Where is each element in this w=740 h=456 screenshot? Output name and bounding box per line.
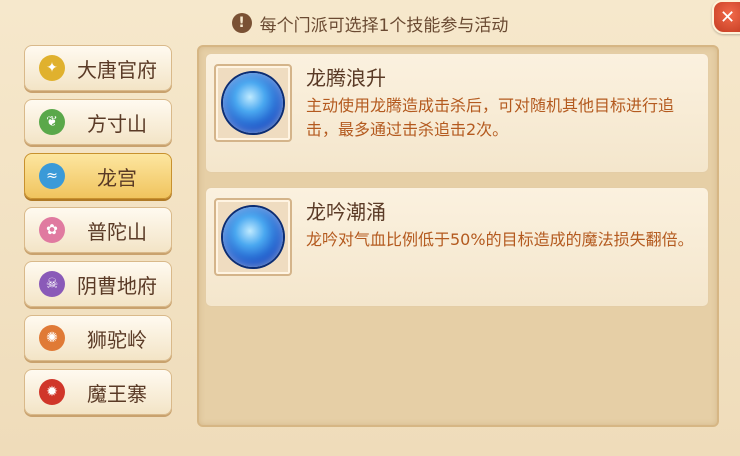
sword-emblem-icon: ✦ — [39, 55, 65, 81]
wave-emblem-icon: ≈ — [39, 163, 65, 189]
skill-panel: 龙腾浪升 主动使用龙腾造成击杀后，可对随机其他目标进行追击，最多通过击杀追击2次… — [197, 45, 719, 427]
notice-text: 每个门派可选择1个技能参与活动 — [259, 15, 509, 36]
lotus-emblem-icon: ✿ — [39, 217, 65, 243]
skill-description: 主动使用龙腾造成击杀后，可对随机其他目标进行追击，最多通过击杀追击2次。 — [306, 96, 675, 139]
dragon-roar-skill-icon — [223, 207, 283, 267]
exclamation-icon: ! — [231, 13, 252, 33]
school-tab-mowang[interactable]: ✹ 魔王寨 — [24, 369, 172, 415]
school-label: 龙宫 — [97, 165, 137, 190]
school-label: 大唐官府 — [77, 57, 157, 82]
close-button[interactable]: ✕ — [712, 0, 740, 34]
school-label: 狮驼岭 — [87, 327, 147, 352]
skill-card[interactable]: 龙吟潮涌 龙吟对气血比例低于50%的目标造成的魔法损失翻倍。 — [205, 187, 709, 307]
close-icon: ✕ — [720, 6, 736, 28]
school-label: 普陀山 — [87, 219, 147, 244]
school-tab-longgong[interactable]: ≈ 龙宫 — [24, 153, 172, 199]
skill-icon-frame — [214, 198, 292, 276]
dragon-wave-skill-icon — [223, 73, 283, 133]
leaf-emblem-icon: ❦ — [39, 109, 65, 135]
skill-description: 龙吟对气血比例低于50%的目标造成的魔法损失翻倍。 — [306, 230, 694, 249]
school-tab-shituo[interactable]: ✺ 狮驼岭 — [24, 315, 172, 361]
school-tab-fangcun[interactable]: ❦ 方寸山 — [24, 99, 172, 145]
skill-name: 龙吟潮涌 — [306, 200, 386, 224]
skull-emblem-icon: ☠ — [39, 271, 65, 297]
skill-icon-frame — [214, 64, 292, 142]
demon-emblem-icon: ✹ — [39, 379, 65, 405]
school-tab-putuo[interactable]: ✿ 普陀山 — [24, 207, 172, 253]
school-label: 阴曹地府 — [77, 273, 157, 298]
notice-bar: ! 每个门派可选择1个技能参与活动 — [0, 8, 740, 38]
school-label: 魔王寨 — [87, 381, 147, 406]
lion-emblem-icon: ✺ — [39, 325, 65, 351]
school-label: 方寸山 — [87, 111, 147, 136]
skill-card[interactable]: 龙腾浪升 主动使用龙腾造成击杀后，可对随机其他目标进行追击，最多通过击杀追击2次… — [205, 53, 709, 173]
skill-name: 龙腾浪升 — [306, 66, 386, 90]
school-tab-yincao[interactable]: ☠ 阴曹地府 — [24, 261, 172, 307]
school-tab-datang[interactable]: ✦ 大唐官府 — [24, 45, 172, 91]
